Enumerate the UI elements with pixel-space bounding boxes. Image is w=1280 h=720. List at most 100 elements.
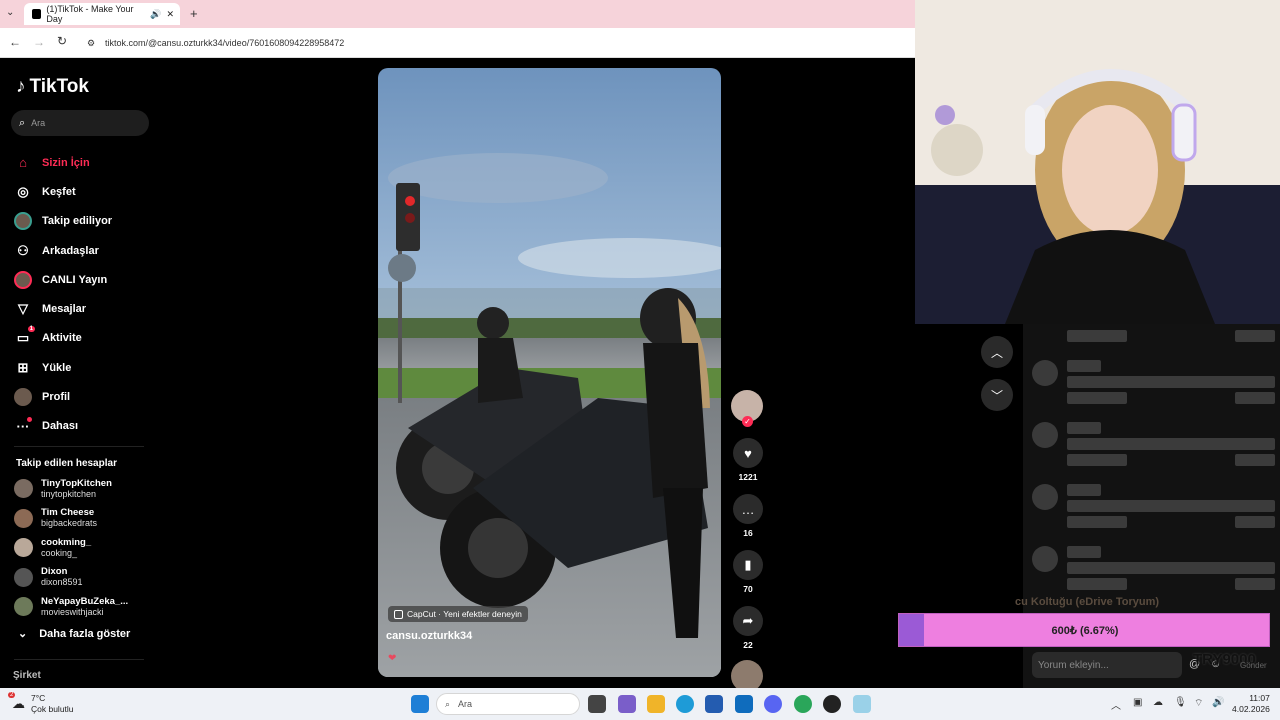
account-name: NeYapayBuZeka_...	[41, 595, 129, 607]
system-clock[interactable]: 11:07 4.02.2026	[1232, 693, 1270, 715]
weather-badge: 2	[8, 692, 16, 698]
network-icon[interactable]: ⌔	[1194, 697, 1203, 710]
followed-account[interactable]: Dixon dixon8591	[14, 563, 154, 593]
skeleton-bar	[1067, 562, 1275, 574]
browser-tab-title: (1)TikTok - Make Your Day	[46, 4, 134, 24]
heart-icon[interactable]: ♥	[733, 438, 763, 468]
more-icon: ···	[14, 417, 32, 435]
outlook-icon[interactable]	[735, 695, 753, 713]
browser-tab[interactable]: (1)TikTok - Make Your Day 🔊 ✕	[24, 3, 180, 25]
nav-label: Sizin İçin	[42, 156, 90, 169]
video-author[interactable]: cansu.ozturkk34	[386, 630, 472, 642]
account-user: movieswithjacki	[41, 606, 104, 617]
next-video-button[interactable]: ﹀	[981, 379, 1013, 411]
nav-label: CANLI Yayın	[42, 273, 108, 286]
clock-date: 4.02.2026	[1232, 704, 1270, 714]
tiktok-favicon-icon	[32, 9, 42, 19]
search-input[interactable]: ⌕ Ara	[11, 110, 149, 136]
skeleton-bar	[1067, 516, 1127, 528]
nav-dahasi[interactable]: ··· Dahası	[14, 412, 154, 441]
task-view-icon[interactable]	[588, 695, 606, 713]
taskbar-search-label: Ara	[458, 699, 473, 709]
start-icon[interactable]	[411, 695, 429, 713]
new-tab-icon[interactable]: +	[190, 6, 198, 21]
avatar	[1032, 360, 1058, 386]
bookmark-icon[interactable]: ▮	[733, 550, 763, 580]
nav-takip-ediliyor[interactable]: Takip ediliyor	[14, 207, 154, 236]
share-icon[interactable]: ➦	[733, 606, 763, 636]
avatar	[1032, 422, 1058, 448]
live-avatar-icon	[14, 270, 32, 289]
video-player[interactable]: CapCut · Yeni efektler deneyin cansu.ozt…	[378, 68, 721, 677]
tiktok-logo-text: TikTok	[29, 76, 89, 97]
comment-icon[interactable]: …	[733, 494, 763, 524]
followed-accounts: TinyTopKitchen tinytopkitchen Tim Cheese b…	[14, 474, 154, 622]
followed-account[interactable]: cookming_ cooking_	[14, 533, 154, 563]
microphone-icon[interactable]: 🎙	[1174, 697, 1187, 708]
tray-chevron-icon[interactable]: ︿	[1111, 697, 1121, 712]
nav-yukle[interactable]: ⊞ Yükle	[14, 353, 154, 382]
tab-audio-icon[interactable]: 🔊	[150, 9, 161, 20]
nav-label: Keşfet	[42, 185, 76, 198]
avatar	[14, 508, 33, 528]
tray-app-icon[interactable]: ▣	[1133, 697, 1142, 708]
follow-check-icon[interactable]: ✓	[742, 416, 753, 427]
reload-icon[interactable]: ↻	[57, 34, 67, 48]
company-link[interactable]: Şirket	[13, 670, 41, 681]
site-info-icon[interactable]: ⚙	[87, 38, 95, 49]
followed-account[interactable]: NeYapayBuZeka_... movieswithjacki	[14, 592, 154, 622]
show-more-button[interactable]: ⌄ Daha fazla göster	[18, 627, 130, 641]
nav-mesajlar[interactable]: ▽ Mesajlar	[14, 294, 154, 323]
account-user: cooking_	[41, 547, 78, 558]
webcam-overlay	[915, 0, 1280, 324]
tab-close-icon[interactable]: ✕	[166, 9, 174, 20]
back-icon[interactable]: ←	[9, 35, 21, 49]
search-icon: ⌕	[445, 698, 451, 709]
taskbar-search[interactable]: ⌕ Ara	[436, 693, 580, 715]
nav-aktivite[interactable]: ▭ 1 Aktivite	[14, 324, 154, 353]
author-avatar[interactable]: ✓	[731, 390, 763, 427]
send-label[interactable]: Gönder	[1240, 661, 1267, 670]
comment-action[interactable]: … 16	[731, 494, 765, 538]
forward-icon[interactable]: →	[33, 35, 45, 49]
nav-sizin-icin[interactable]: ⌂ Sizin İçin	[14, 148, 154, 177]
weather-temp: 7°C	[31, 693, 46, 703]
home-icon: ⌂	[19, 155, 27, 171]
share-action[interactable]: ➦ 22	[731, 606, 765, 650]
save-action[interactable]: ▮ 70	[731, 550, 765, 594]
nav-label: Yükle	[42, 361, 72, 374]
obs-icon[interactable]	[823, 695, 841, 713]
capcut-chip[interactable]: CapCut · Yeni efektler deneyin	[388, 606, 528, 622]
volume-icon[interactable]: 🔊	[1212, 697, 1224, 708]
comment-input[interactable]: Yorum ekleyin...	[1032, 652, 1182, 678]
skeleton-bar	[1067, 360, 1101, 372]
url-field[interactable]: ⚙ tiktok.com/@cansu.ozturkk34/video/7601…	[80, 34, 910, 52]
capcut-text: CapCut · Yeni efektler deneyin	[407, 609, 522, 619]
followed-account[interactable]: TinyTopKitchen tinytopkitchen	[14, 474, 154, 504]
nav-profil[interactable]: Profil	[14, 382, 154, 411]
store-icon[interactable]	[705, 695, 723, 713]
nav-arkadaslar[interactable]: ⚇ Arkadaşlar	[14, 236, 154, 265]
account-name: Tim Cheese	[41, 507, 95, 519]
skeleton-bar	[1235, 578, 1275, 590]
nav-label: Profil	[42, 391, 71, 404]
app-icon[interactable]	[853, 695, 871, 713]
tray-cloud-icon[interactable]: ☁	[1153, 697, 1163, 708]
nav-canli-yayin[interactable]: CANLI Yayın	[14, 265, 154, 294]
edge-icon[interactable]	[676, 695, 694, 713]
nav-kesfet[interactable]: ◎ Keşfet	[14, 177, 154, 206]
followed-account[interactable]: Tim Cheese bigbackedrats	[14, 504, 154, 534]
chrome-icon[interactable]	[794, 695, 812, 713]
chevron-down-icon: ⌄	[18, 628, 28, 640]
activity-icon: ▭ 1	[16, 326, 35, 346]
widgets-app-icon[interactable]	[618, 695, 636, 713]
tab-list-chevron-icon[interactable]: ⌄	[6, 7, 14, 18]
weather-widget[interactable]: ☁ 2 7°C Çok bulutlu	[8, 692, 74, 715]
file-explorer-icon[interactable]	[647, 695, 665, 713]
followed-title: Takip edilen hesaplar	[16, 458, 117, 469]
tiktok-logo[interactable]: ♪ TikTok	[16, 76, 89, 98]
avatar	[14, 567, 33, 587]
like-action[interactable]: ♥ 1221	[731, 438, 765, 482]
previous-video-button[interactable]: ︿	[981, 336, 1013, 368]
discord-icon[interactable]	[764, 695, 782, 713]
